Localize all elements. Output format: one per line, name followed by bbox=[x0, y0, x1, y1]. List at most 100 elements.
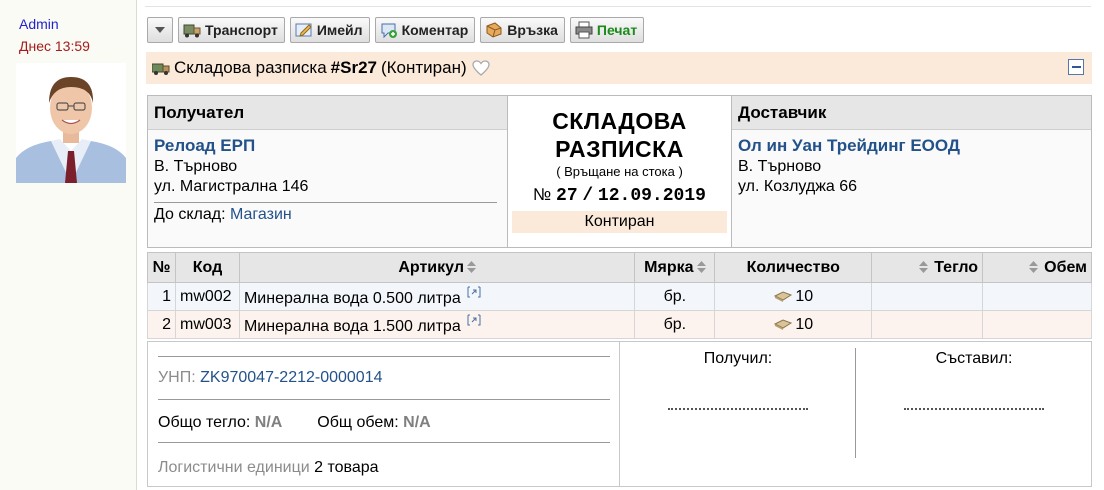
comment-add-icon bbox=[381, 23, 397, 39]
title-status: (Контиран) bbox=[380, 58, 467, 77]
author-name[interactable]: Admin bbox=[19, 16, 59, 32]
document-type-line2: РАЗПИСКА bbox=[555, 136, 684, 162]
top-divider bbox=[145, 6, 1091, 7]
row-volume bbox=[982, 282, 1092, 311]
column-header-weight[interactable]: Тегло bbox=[871, 252, 984, 283]
recipient-address: ул. Магистрална 146 bbox=[154, 178, 309, 195]
warehouse-label: До склад: bbox=[154, 206, 226, 223]
warehouse-link[interactable]: Магазин bbox=[230, 206, 292, 223]
article-name: Минерална вода 1.500 литра bbox=[243, 317, 461, 335]
link-button[interactable]: Връзка bbox=[480, 17, 565, 43]
logistic-value: 2 товара bbox=[314, 459, 379, 476]
number-separator: / bbox=[582, 186, 594, 206]
table-header-row: № Код Артикул Мярка Количество Тегло Обе… bbox=[147, 252, 1092, 283]
transport-button[interactable]: Транспорт bbox=[178, 17, 285, 43]
footer-details: УНП: ZK970047-2212-0000014 Общо тегло: N… bbox=[148, 342, 620, 486]
print-button[interactable]: Печат bbox=[569, 17, 645, 43]
number-prefix: № bbox=[533, 185, 552, 204]
logistic-row: Логистични единици 2 товара bbox=[158, 459, 379, 477]
post-time: Днес 13:59 bbox=[19, 38, 90, 54]
received-label: Получил: bbox=[703, 350, 773, 367]
parties-section: Получател Релоад ЕРП В. Търново ул. Маги… bbox=[147, 95, 1092, 248]
quantity-value: 10 bbox=[795, 315, 814, 333]
row-unit: бр. bbox=[634, 310, 716, 339]
document-date: 12.09.2019 bbox=[597, 186, 706, 206]
sort-icon[interactable] bbox=[696, 260, 706, 273]
document-type-line1: СКЛАДОВА bbox=[552, 108, 687, 134]
footer-divider bbox=[158, 399, 610, 400]
total-weight-value: N/A bbox=[254, 414, 283, 431]
transport-icon bbox=[183, 24, 201, 38]
row-article: Минерална вода 0.500 литра bbox=[238, 282, 636, 311]
column-header-code: Код bbox=[174, 252, 240, 283]
weight-header-label: Тегло bbox=[934, 258, 979, 276]
unp-value[interactable]: ZK970047-2212-0000014 bbox=[200, 369, 382, 386]
printer-icon bbox=[575, 21, 593, 39]
email-button[interactable]: Имейл bbox=[289, 17, 370, 43]
sort-icon[interactable] bbox=[466, 260, 476, 273]
sort-icon[interactable] bbox=[919, 260, 929, 273]
footer-divider bbox=[158, 442, 610, 443]
row-code: mw002 bbox=[174, 282, 240, 311]
items-table: № Код Артикул Мярка Количество Тегло Обе… bbox=[147, 252, 1092, 339]
sort-icon[interactable] bbox=[1029, 260, 1039, 273]
volume-header-label: Обем bbox=[1044, 258, 1087, 276]
supplier-header: Доставчик bbox=[732, 96, 1091, 130]
row-article: Минерална вода 1.500 литра bbox=[238, 310, 636, 339]
document-status-badge: Контиран bbox=[512, 211, 727, 233]
truck-receipt-icon bbox=[152, 63, 170, 75]
transport-label: Транспорт bbox=[205, 22, 278, 38]
row-number: 1 bbox=[147, 282, 176, 311]
document-number: #Sr27 bbox=[330, 58, 377, 77]
comment-button[interactable]: Коментар bbox=[374, 17, 476, 43]
unp-row: УНП: ZK970047-2212-0000014 bbox=[158, 369, 383, 387]
logistic-label: Логистични единици bbox=[158, 459, 310, 476]
column-header-article[interactable]: Артикул bbox=[238, 252, 636, 283]
package-icon bbox=[774, 290, 793, 302]
row-weight bbox=[871, 310, 984, 339]
column-header-no: № bbox=[147, 252, 176, 283]
link-icon bbox=[486, 22, 502, 38]
row-unit: бр. bbox=[634, 282, 716, 311]
unp-label: УНП: bbox=[158, 369, 196, 386]
recipient-city: В. Търново bbox=[154, 158, 238, 175]
author-column: Admin Днес 13:59 bbox=[0, 0, 137, 490]
total-weight-label: Общо тегло: bbox=[158, 414, 251, 431]
supplier-city: В. Търново bbox=[738, 158, 822, 175]
signature-line bbox=[904, 408, 1044, 410]
compiled-signature: Съставил: bbox=[856, 342, 1092, 486]
row-number: 2 bbox=[147, 310, 176, 339]
footer-divider bbox=[158, 356, 610, 357]
column-header-unit[interactable]: Мярка bbox=[634, 252, 716, 283]
avatar[interactable] bbox=[16, 63, 126, 183]
received-signature: Получил: bbox=[620, 342, 856, 486]
article-header-label: Артикул bbox=[398, 258, 464, 276]
article-name: Минерална вода 0.500 литра bbox=[243, 289, 461, 307]
options-dropdown-button[interactable] bbox=[147, 17, 173, 43]
row-weight bbox=[871, 282, 984, 311]
document-number-date: № 27 / 12.09.2019 bbox=[533, 185, 706, 206]
column-header-quantity: Количество bbox=[714, 252, 873, 283]
row-code: mw003 bbox=[174, 310, 240, 339]
row-quantity: 10 bbox=[714, 310, 873, 339]
unit-header-label: Мярка bbox=[644, 258, 694, 276]
external-link-icon[interactable] bbox=[467, 314, 481, 326]
external-link-icon[interactable] bbox=[467, 286, 481, 298]
link-label: Връзка bbox=[507, 22, 558, 38]
recipient-name[interactable]: Релоад ЕРП bbox=[148, 130, 507, 156]
print-label: Печат bbox=[596, 22, 638, 38]
package-icon bbox=[774, 318, 793, 330]
email-label: Имейл bbox=[316, 22, 363, 38]
heart-icon[interactable] bbox=[471, 60, 490, 76]
document-info: СКЛАДОВА РАЗПИСКА ( Връщане на стока ) №… bbox=[507, 96, 732, 247]
column-header-volume[interactable]: Обем bbox=[982, 252, 1092, 283]
collapse-icon[interactable] bbox=[1068, 59, 1084, 75]
document-title-bar: Складова разписка #Sr27 (Контиран) bbox=[146, 52, 1092, 84]
table-row: 2 mw003 Минерална вода 1.500 литра бр. 1… bbox=[147, 310, 1092, 339]
recipient-header: Получател bbox=[148, 96, 507, 130]
number-value: 27 bbox=[556, 186, 578, 206]
signature-line bbox=[668, 408, 808, 410]
supplier-name[interactable]: Ол ин Уан Трейдинг ЕООД bbox=[732, 130, 1091, 156]
document-footer: УНП: ZK970047-2212-0000014 Общо тегло: N… bbox=[147, 341, 1092, 487]
document-subtitle: ( Връщане на стока ) bbox=[556, 164, 683, 179]
